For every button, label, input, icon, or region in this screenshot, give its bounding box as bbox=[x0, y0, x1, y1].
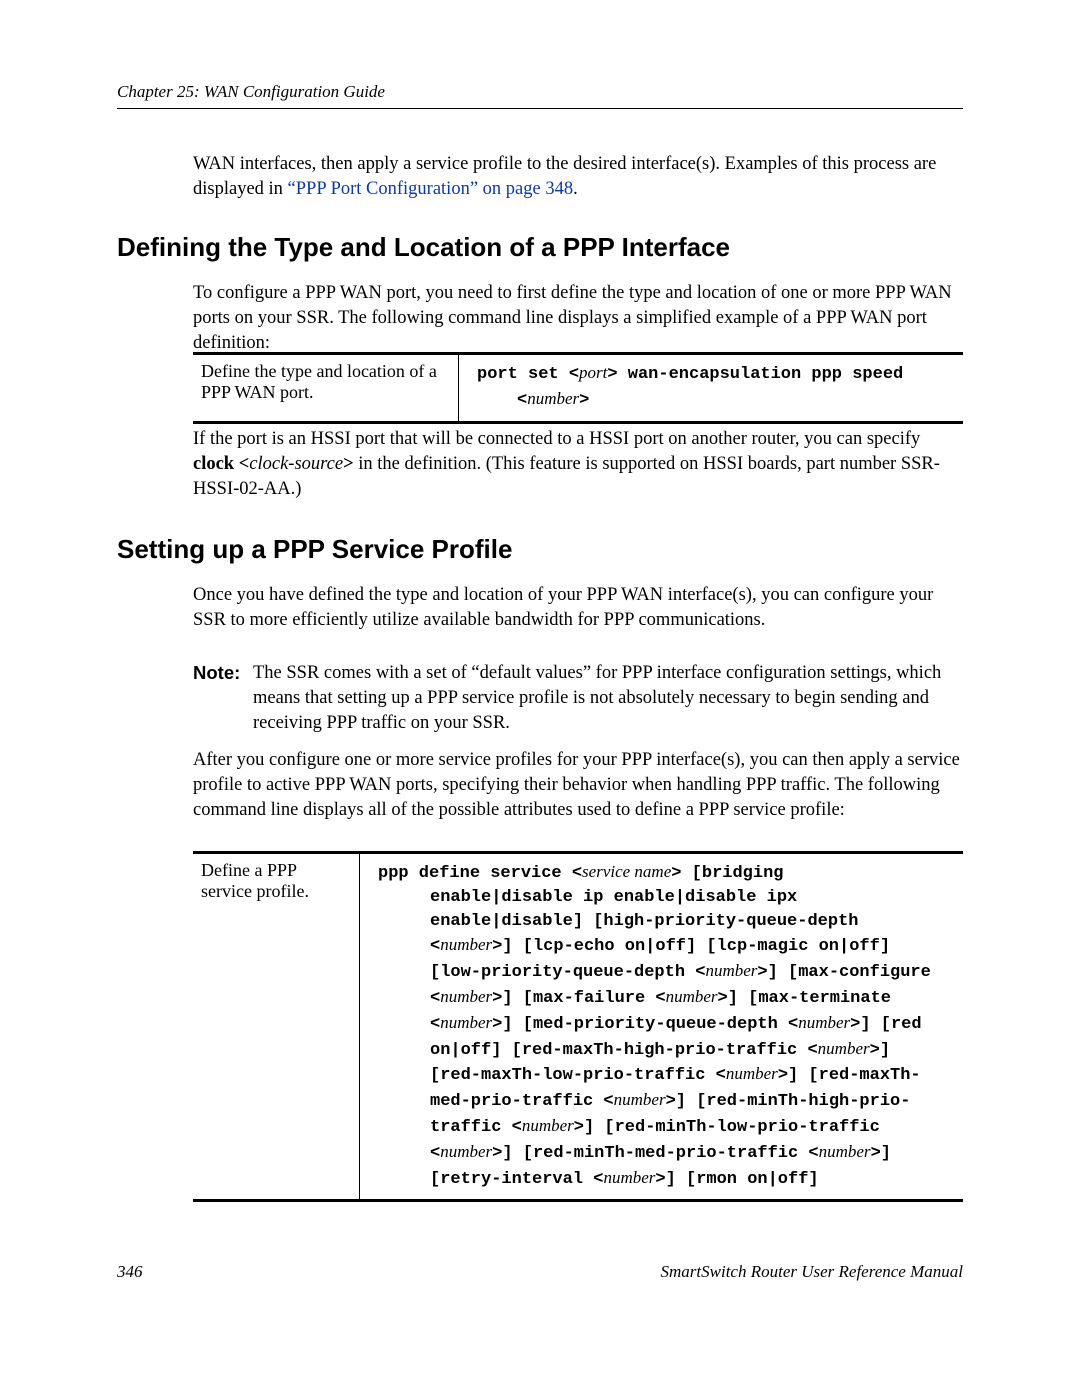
cmd-wan-encap: > wan-encapsulation ppp speed bbox=[607, 365, 903, 384]
cmd-lt: < bbox=[517, 391, 527, 410]
section2-table-left: Define a PPP service profile. bbox=[193, 854, 360, 1199]
cmd-l7: <number>] [med-priority-queue-depth <num… bbox=[378, 1011, 955, 1037]
cmd-l4: <number>] [lcp-echo on|off] [lcp-magic o… bbox=[378, 933, 955, 959]
section1-para2: If the port is an HSSI port that will be… bbox=[193, 427, 963, 502]
cmd-l10: med-prio-traffic <number>] [red-minTh-hi… bbox=[378, 1088, 955, 1114]
section2-para2: After you configure one or more service … bbox=[193, 748, 963, 823]
ppp-port-config-link[interactable]: “PPP Port Configuration” on page 348 bbox=[288, 179, 574, 199]
note-text: The SSR comes with a set of “default val… bbox=[253, 661, 963, 736]
section2-table: Define a PPP service profile. ppp define… bbox=[193, 851, 963, 1202]
s1p2-pre: If the port is an HSSI port that will be… bbox=[193, 429, 920, 449]
cmd-l9: [red-maxTh-low-prio-traffic <number>] [r… bbox=[378, 1062, 955, 1088]
manual-title: SmartSwitch Router User Reference Manual bbox=[661, 1262, 963, 1282]
page-number: 346 bbox=[117, 1262, 143, 1282]
cmd-var-number: number bbox=[527, 389, 579, 408]
s1p2-var: clock-source bbox=[249, 454, 343, 474]
section1-table: Define the type and location of a PPP WA… bbox=[193, 352, 963, 424]
cmd-port-set: port set < bbox=[477, 365, 579, 384]
section1-table-left: Define the type and location of a PPP WA… bbox=[193, 355, 459, 421]
intro-paragraph: WAN interfaces, then apply a service pro… bbox=[193, 152, 963, 202]
section2-note: Note: The SSR comes with a set of “defau… bbox=[193, 661, 963, 736]
cmd-l5: [low-priority-queue-depth <number>] [max… bbox=[378, 959, 955, 985]
cmd-l12: <number>] [red-minTh-med-prio-traffic <n… bbox=[378, 1140, 955, 1166]
section1-heading: Defining the Type and Location of a PPP … bbox=[117, 232, 963, 263]
intro-text-post: . bbox=[573, 179, 578, 199]
cmd-gt: > bbox=[579, 391, 589, 410]
cmd-l3: enable|disable] [high-priority-queue-dep… bbox=[378, 910, 955, 934]
s1p2-bold-open: clock < bbox=[193, 454, 249, 474]
cmd-l2: enable|disable ip enable|disable ipx bbox=[378, 886, 955, 910]
section2-table-right: ppp define service <service name> [bridg… bbox=[360, 854, 963, 1199]
cmd-var-port: port bbox=[579, 363, 607, 382]
section1-para1: To configure a PPP WAN port, you need to… bbox=[193, 281, 963, 356]
section2-para1: Once you have defined the type and locat… bbox=[193, 583, 963, 633]
cmd-l8: on|off] [red-maxTh-high-prio-traffic <nu… bbox=[378, 1037, 955, 1063]
chapter-header: Chapter 25: WAN Configuration Guide bbox=[117, 82, 385, 102]
note-label: Note: bbox=[193, 662, 240, 683]
cmd-l1: ppp define service <service name> [bridg… bbox=[378, 864, 783, 883]
cmd-l11: traffic <number>] [red-minTh-low-prio-tr… bbox=[378, 1114, 955, 1140]
section1-table-right: port set <port> wan-encapsulation ppp sp… bbox=[459, 355, 963, 421]
section2-heading: Setting up a PPP Service Profile bbox=[117, 534, 963, 565]
s1p2-bold-close: > bbox=[343, 454, 354, 474]
cmd-l13: [retry-interval <number>] [rmon on|off] bbox=[378, 1166, 955, 1192]
header-rule bbox=[117, 108, 963, 109]
cmd-l6: <number>] [max-failure <number>] [max-te… bbox=[378, 985, 955, 1011]
page: Chapter 25: WAN Configuration Guide WAN … bbox=[0, 0, 1080, 1397]
